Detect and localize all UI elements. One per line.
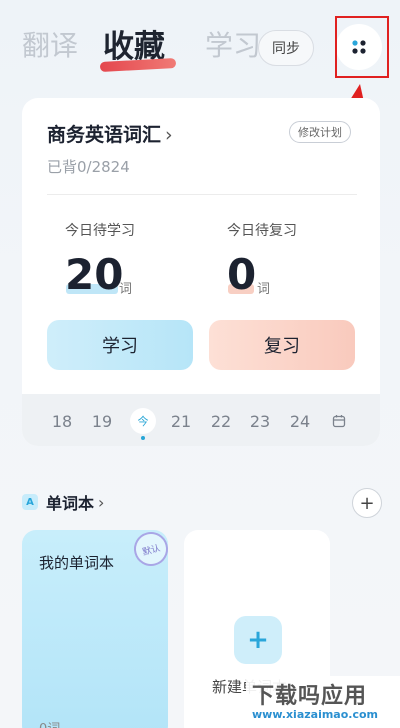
study-pending-label: 今日待学习 xyxy=(65,223,135,239)
date-item[interactable]: 19 xyxy=(87,412,117,431)
divider xyxy=(47,194,357,195)
review-pending-label: 今日待复习 xyxy=(227,223,297,239)
study-button[interactable]: 学习 xyxy=(47,320,193,370)
date-item-today[interactable]: 今 xyxy=(130,408,156,434)
study-count-unit: 词 xyxy=(119,282,133,297)
plan-progress: 已背0/2824 xyxy=(47,158,130,176)
wordbook-card-count: 0词 xyxy=(39,718,60,728)
chevron-right-icon: › xyxy=(165,124,173,146)
calendar-icon[interactable] xyxy=(332,414,346,428)
review-count: 0 xyxy=(227,250,257,299)
annotation-highlight-box xyxy=(335,16,389,78)
review-button[interactable]: 复习 xyxy=(209,320,355,370)
tab-study[interactable]: 学习 xyxy=(205,24,261,64)
date-item[interactable]: 22 xyxy=(206,412,236,431)
modify-plan-button[interactable]: 修改计划 xyxy=(289,121,351,143)
review-count-unit: 词 xyxy=(257,282,271,297)
watermark: 下载吗应用 www.xiazaimao.com xyxy=(246,676,400,728)
date-item[interactable]: 24 xyxy=(285,412,315,431)
add-wordbook-button[interactable]: + xyxy=(352,488,382,518)
date-item[interactable]: 18 xyxy=(47,412,77,431)
today-indicator-dot xyxy=(141,436,145,440)
wordbook-card-title: 我的单词本 xyxy=(39,554,115,572)
date-strip: 18 19 今 21 22 23 24 xyxy=(22,394,380,446)
plus-icon: + xyxy=(234,616,282,664)
wordbook-card[interactable]: 我的单词本 默认 0词 xyxy=(22,528,172,728)
default-badge: 默认 xyxy=(130,528,172,570)
watermark-url: www.xiazaimao.com xyxy=(252,708,379,721)
study-plan-card: 商务英语词汇 › 修改计划 已背0/2824 今日待学习 今日待复习 20 0 词… xyxy=(22,98,380,446)
tab-translate[interactable]: 翻译 xyxy=(22,24,78,64)
chevron-right-icon: › xyxy=(98,492,105,512)
date-item[interactable]: 21 xyxy=(166,412,196,431)
sync-button[interactable]: 同步 xyxy=(258,30,314,66)
wordbook-icon: A xyxy=(22,494,38,510)
study-count: 20 xyxy=(65,250,124,299)
wordbook-section-header[interactable]: A 单词本 › xyxy=(22,490,104,514)
date-item[interactable]: 23 xyxy=(245,412,275,431)
plan-title[interactable]: 商务英语词汇 › xyxy=(47,120,173,147)
wordbook-section-title: 单词本 xyxy=(46,494,95,513)
watermark-main-text: 下载吗应用 xyxy=(252,684,368,709)
